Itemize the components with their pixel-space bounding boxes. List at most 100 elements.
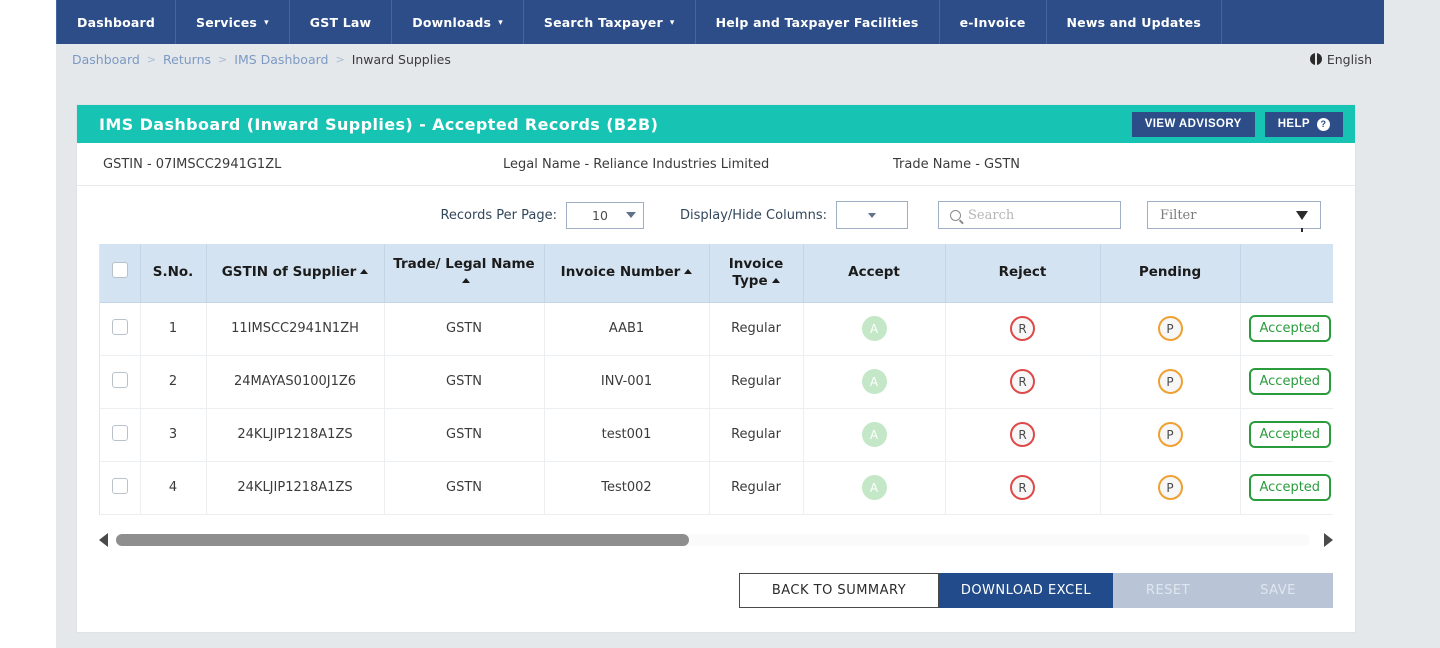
accept-action-button[interactable]: A <box>861 369 887 395</box>
scroll-right-arrow-icon[interactable] <box>1324 532 1333 547</box>
scrollbar-thumb[interactable] <box>116 533 690 546</box>
sort-ascending-icon[interactable] <box>462 277 470 283</box>
nav-item-gst-law[interactable]: GST Law <box>290 0 393 44</box>
sort-ascending-icon[interactable] <box>771 277 780 283</box>
table-scroll-viewport: S.No. GSTIN of Supplier Trade/ Legal Name I… <box>99 244 1333 515</box>
pending-action-button[interactable]: P <box>1157 475 1183 501</box>
cell-status: Accepted <box>1240 461 1333 515</box>
cell-status: Accepted <box>1240 355 1333 409</box>
table-row: 3 24KLJIP1218A1ZS GSTN test001 Regular A R P Acc… <box>100 408 1333 462</box>
row-checkbox-cell[interactable] <box>100 302 141 356</box>
cell-trade-legal-name-value: GSTN <box>446 374 482 390</box>
breadcrumb-item-dashboard[interactable]: Dashboard <box>72 52 140 67</box>
column-header-label: Pending <box>1138 264 1202 281</box>
row-checkbox[interactable] <box>111 424 128 441</box>
language-selector[interactable]: English <box>1309 51 1372 67</box>
filter-label: Filter <box>1160 207 1197 223</box>
nav-item-search-taxpayer[interactable]: Search Taxpayer ▾ <box>524 0 696 44</box>
nav-item-services[interactable]: Services ▾ <box>176 0 290 44</box>
row-checkbox-cell[interactable] <box>100 408 141 462</box>
select-all-checkbox-cell[interactable] <box>100 244 141 303</box>
status-badge: Accepted <box>1248 421 1332 449</box>
row-checkbox-cell[interactable] <box>100 461 141 515</box>
cell-trade-legal-name: GSTN <box>384 355 545 409</box>
accept-action-button[interactable]: A <box>861 422 887 448</box>
reset-button[interactable]: RESET <box>1113 572 1223 608</box>
view-advisory-button[interactable]: VIEW ADVISORY <box>1131 111 1255 137</box>
row-checkbox[interactable] <box>111 371 128 388</box>
column-header-invtype: Invoice Type <box>709 244 804 303</box>
cell-invoice-number: AAB1 <box>544 302 710 356</box>
reject-action-button-cell: R <box>945 302 1101 356</box>
select-all-checkbox[interactable] <box>111 262 128 279</box>
save-button[interactable]: SAVE <box>1223 572 1333 608</box>
trade-name-value: Trade Name - GSTN <box>893 156 1021 172</box>
sort-ascending-icon[interactable] <box>684 269 693 275</box>
row-checkbox[interactable] <box>111 318 128 335</box>
search-input[interactable]: Search <box>938 201 1121 229</box>
table-row: 2 24MAYAS0100J1Z6 GSTN INV-001 Regular A R P Acc… <box>100 355 1333 409</box>
question-mark-icon: ? <box>1317 117 1330 131</box>
cell-sno: 4 <box>140 461 207 515</box>
language-label: English <box>1326 51 1372 67</box>
taxpayer-info-strip: GSTIN - 07IMSCC2941G1ZL Legal Name - Rel… <box>77 143 1355 186</box>
gstin-value: GSTIN - 07IMSCC2941G1ZL <box>103 156 282 172</box>
sort-ascending-icon[interactable] <box>360 269 369 275</box>
cell-invoice-type: Regular <box>709 302 804 356</box>
scroll-left-arrow-icon[interactable] <box>99 532 108 547</box>
pending-action-button[interactable]: P <box>1157 422 1183 448</box>
chevron-down-icon <box>625 212 636 218</box>
row-checkbox-cell[interactable] <box>100 355 141 409</box>
horizontal-scrollbar[interactable] <box>99 529 1333 551</box>
cell-invoice-type: Regular <box>709 461 804 515</box>
nav-item-e-invoice[interactable]: e-Invoice <box>940 0 1047 44</box>
pending-action-button[interactable]: P <box>1157 316 1183 342</box>
reject-action-button[interactable]: R <box>1010 475 1035 501</box>
nav-item-dashboard[interactable]: Dashboard <box>56 0 177 44</box>
records-per-page-select[interactable]: 10 <box>565 201 644 229</box>
nav-item-news-and-updates[interactable]: News and Updates <box>1047 0 1223 44</box>
download-excel-button[interactable]: DOWNLOAD EXCEL <box>939 572 1113 608</box>
cell-invoice-number-value: test001 <box>601 427 652 443</box>
cell-invoice-type-value: Regular <box>731 480 781 496</box>
main-navigation: Dashboard Services ▾ GST Law Downloads ▾ Searc… <box>56 0 1384 44</box>
accept-action-button[interactable]: A <box>861 316 887 342</box>
breadcrumb-separator: > <box>146 52 157 66</box>
table-row: 1 11IMSCC2941N1ZH GSTN AAB1 Regular A R P Accept… <box>100 302 1333 356</box>
chevron-down-icon: ▾ <box>264 17 269 28</box>
reject-action-button[interactable]: R <box>1010 316 1035 342</box>
pending-action-button-cell: P <box>1100 302 1241 356</box>
nav-item-help-and-taxpayer-facilities[interactable]: Help and Taxpayer Facilities <box>696 0 940 44</box>
chevron-down-icon: ▾ <box>669 17 675 28</box>
table-head: S.No. GSTIN of Supplier Trade/ Legal Name I… <box>100 244 1333 303</box>
cell-invoice-type-value: Regular <box>731 427 781 443</box>
pending-action-button[interactable]: P <box>1157 369 1183 395</box>
filter-dropdown[interactable]: Filter <box>1147 201 1321 232</box>
cell-invoice-type: Regular <box>709 408 804 462</box>
reject-action-button[interactable]: R <box>1010 369 1035 395</box>
column-header-label: S.No. <box>152 264 194 281</box>
cell-sno: 2 <box>140 355 207 409</box>
display-hide-columns-dropdown[interactable] <box>836 201 908 229</box>
cell-invoice-number-value: AAB1 <box>608 321 645 337</box>
cell-status: Accepted <box>1240 302 1333 356</box>
column-header-label: Trade/ Legal Name <box>393 256 535 272</box>
pending-action-button-cell: P <box>1100 408 1241 462</box>
display-hide-columns-group: Display/Hide Columns: <box>680 201 908 229</box>
breadcrumb-item-ims-dashboard[interactable]: IMS Dashboard <box>234 52 328 67</box>
nav-item-label: Search Taxpayer <box>543 14 663 30</box>
scrollbar-track[interactable] <box>116 533 1310 546</box>
accept-action-button[interactable]: A <box>861 475 887 501</box>
help-button[interactable]: HELP ? <box>1264 111 1343 137</box>
pending-action-button-cell: P <box>1100 461 1241 515</box>
reject-action-button[interactable]: R <box>1010 422 1035 448</box>
table-body: 1 11IMSCC2941N1ZH GSTN AAB1 Regular A R P Accept… <box>100 302 1333 515</box>
back-to-summary-button[interactable]: BACK TO SUMMARY <box>739 572 939 608</box>
nav-item-label: Dashboard <box>77 14 156 30</box>
cell-gstin-of-supplier: 11IMSCC2941N1ZH <box>206 302 385 356</box>
breadcrumb-item-returns[interactable]: Returns <box>163 52 211 67</box>
nav-item-downloads[interactable]: Downloads ▾ <box>392 0 524 44</box>
page-root: Dashboard Services ▾ GST Law Downloads ▾ Searc… <box>0 0 1440 648</box>
row-checkbox[interactable] <box>111 477 128 494</box>
nav-item-label: Services <box>196 14 258 30</box>
